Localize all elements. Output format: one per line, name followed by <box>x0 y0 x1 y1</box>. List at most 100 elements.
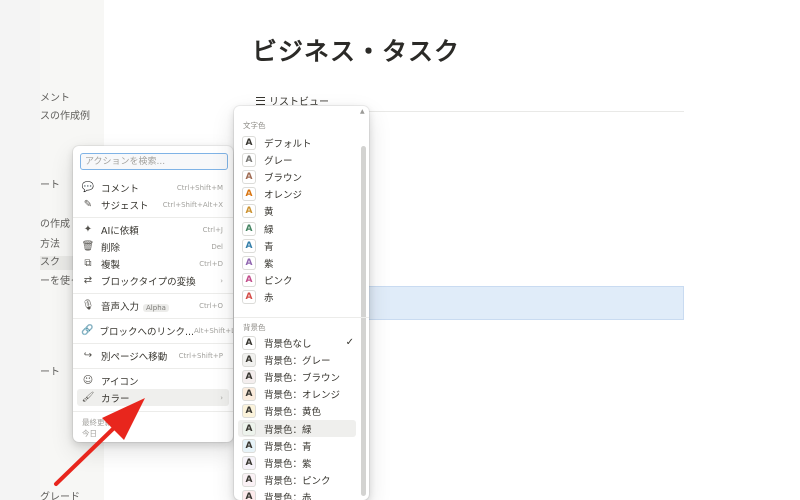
last-edited-time: 今日 <box>82 429 97 438</box>
scroll-up-icon[interactable]: ▲ <box>360 108 365 115</box>
menu-item-label: 複製 <box>101 259 121 271</box>
sidebar-item[interactable]: 方法 <box>40 238 60 252</box>
menu-item-icon[interactable]: ☺ アイコン <box>77 372 229 389</box>
background-color-option[interactable]: A 背景色：グレー <box>238 351 356 368</box>
list-view-icon <box>256 96 265 105</box>
color-submenu: ▲ 文字色 A デフォルト A グレー A ブラウン A オレンジ A 黄 A 緑 A 青 A 紫 A ピンク A 赤… <box>234 106 369 500</box>
text-color-option[interactable]: A グレー <box>238 151 356 168</box>
color-swatch-icon: A <box>242 421 256 436</box>
text-color-option[interactable]: A青 <box>238 237 356 254</box>
scrollbar[interactable] <box>361 146 366 496</box>
color-option-label: 背景色：赤 <box>264 493 312 500</box>
background-color-option[interactable]: A 背景色：紫 <box>238 454 356 471</box>
convert-icon: ⇄ <box>83 275 93 286</box>
color-swatch-icon: A <box>242 290 256 305</box>
color-swatch-icon: A <box>242 169 256 184</box>
background-color-option[interactable]: A 背景色：ブラウン <box>238 368 356 385</box>
text-color-option[interactable]: A紫 <box>238 254 356 271</box>
text-color-option[interactable]: A黄 <box>238 203 356 220</box>
color-option-label: 背景色：紫 <box>264 458 312 470</box>
background-color-option[interactable]: A 背景色：赤 <box>238 489 356 500</box>
background-color-option[interactable]: A 背景色：黄色 <box>238 403 356 420</box>
menu-item-delete[interactable]: 🗑 削除 Del <box>77 238 229 255</box>
text-color-option[interactable]: A緑 <box>238 220 356 237</box>
menu-item-move-to[interactable]: ↪ 別ページへ移動 Ctrl+Shift+P <box>77 347 229 364</box>
menu-item-copy-link[interactable]: 🔗 ブロックへのリンク... Alt+Shift+L <box>77 322 233 339</box>
background-color-option[interactable]: A 背景色：青 <box>238 437 356 454</box>
color-option-label: 緑 <box>264 224 274 236</box>
sidebar-item[interactable]: ート <box>40 179 60 193</box>
color-swatch-icon: A <box>242 438 256 453</box>
color-swatch-icon: A <box>242 455 256 470</box>
move-arrow-icon: ↪ <box>83 350 93 361</box>
color-swatch-icon: A <box>242 135 256 150</box>
color-option-label: 背景色：黄色 <box>264 407 322 419</box>
text-color-option[interactable]: A オレンジ <box>238 186 356 203</box>
suggest-icon: ✎ <box>83 199 93 210</box>
action-search-input[interactable] <box>80 153 228 170</box>
sidebar-item[interactable]: スの作成例 <box>40 110 90 124</box>
last-edited-label: 最終更新者 <box>82 418 120 427</box>
color-option-label: 黄 <box>264 207 274 219</box>
color-swatch-icon: A <box>242 369 256 384</box>
color-swatch-icon: A <box>242 273 256 288</box>
sparkle-icon: ✦ <box>83 224 93 235</box>
menu-item-turn-into[interactable]: ⇄ ブロックタイプの変換 › <box>77 272 229 289</box>
checkmark-icon: ✓ <box>345 337 354 348</box>
comment-icon: 💬 <box>81 182 95 193</box>
menu-item-shortcut: Ctrl+D <box>199 259 223 268</box>
menu-item-shortcut: Ctrl+Shift+Alt+X <box>162 200 223 209</box>
color-option-label: 背景色なし <box>264 338 312 350</box>
menu-item-label: サジェスト <box>101 200 149 212</box>
alpha-badge: Alpha <box>143 303 169 312</box>
color-swatch-icon: A <box>242 352 256 367</box>
color-option-label: 背景色：青 <box>264 441 312 453</box>
color-swatch-icon: A <box>242 152 256 167</box>
menu-item-shortcut: Ctrl+Shift+M <box>176 183 223 192</box>
sidebar-item[interactable]: ート <box>40 366 60 380</box>
menu-item-duplicate[interactable]: ⧉ 複製 Ctrl+D <box>77 255 229 272</box>
text-color-heading: 文字色 <box>243 121 266 130</box>
text-color-option[interactable]: A デフォルト <box>238 134 356 151</box>
menu-item-shortcut: Alt+Shift+L <box>194 326 233 335</box>
block-action-menu: 💬 コメント Ctrl+Shift+M ✎ サジェスト Ctrl+Shift+A… <box>73 146 233 442</box>
background-color-option[interactable]: A 背景色なし ✓ <box>238 334 356 351</box>
background-color-heading: 背景色 <box>243 323 266 332</box>
text-color-option[interactable]: A赤 <box>238 289 356 306</box>
chevron-right-icon: › <box>220 276 223 285</box>
menu-divider <box>234 317 369 318</box>
color-option-label: 背景色：ブラウン <box>264 372 341 384</box>
menu-divider <box>73 318 233 319</box>
menu-item-comment[interactable]: 💬 コメント Ctrl+Shift+M <box>77 179 229 196</box>
color-option-label: ピンク <box>264 276 293 288</box>
menu-item-shortcut: Ctrl+Shift+P <box>178 351 223 360</box>
menu-item-label: コメント <box>101 183 140 195</box>
background-color-option[interactable]: A 背景色：緑 <box>238 420 356 437</box>
menu-item-ask-ai[interactable]: ✦ AIに依頼 Ctrl+J <box>77 221 229 238</box>
color-swatch-icon: A <box>242 221 256 236</box>
menu-item-color[interactable]: 🖌 カラー › <box>77 389 229 406</box>
color-option-label: 背景色：ピンク <box>264 476 331 488</box>
smiley-icon: ☺ <box>82 375 94 386</box>
menu-item-shortcut: Ctrl+J <box>202 225 223 234</box>
selected-block[interactable] <box>348 286 684 320</box>
menu-item-suggest[interactable]: ✎ サジェスト Ctrl+Shift+Alt+X <box>77 196 229 213</box>
color-swatch-icon: A <box>242 238 256 253</box>
chevron-right-icon: › <box>220 393 223 402</box>
color-option-label: 背景色：オレンジ <box>264 390 341 402</box>
color-option-label: 紫 <box>264 258 274 270</box>
menu-item-label: ブロックへのリンク... <box>99 326 195 338</box>
sidebar-item[interactable]: メント <box>40 92 70 106</box>
paintbrush-icon: 🖌 <box>81 392 95 403</box>
text-color-option[interactable]: A ピンク <box>238 272 356 289</box>
color-option-label: グレー <box>264 155 293 167</box>
background-color-option[interactable]: A 背景色：オレンジ <box>238 386 356 403</box>
color-option-label: オレンジ <box>264 190 303 202</box>
link-icon: 🔗 <box>81 325 94 336</box>
menu-divider <box>73 217 233 218</box>
sidebar-item[interactable]: の作成 <box>40 218 70 232</box>
background-color-option[interactable]: A 背景色：ピンク <box>238 472 356 489</box>
menu-item-voice-input[interactable]: 🎙 音声入力 Alpha Ctrl+O <box>77 297 229 314</box>
text-color-option[interactable]: A ブラウン <box>238 168 356 185</box>
sidebar-item[interactable]: グレード <box>40 491 80 500</box>
